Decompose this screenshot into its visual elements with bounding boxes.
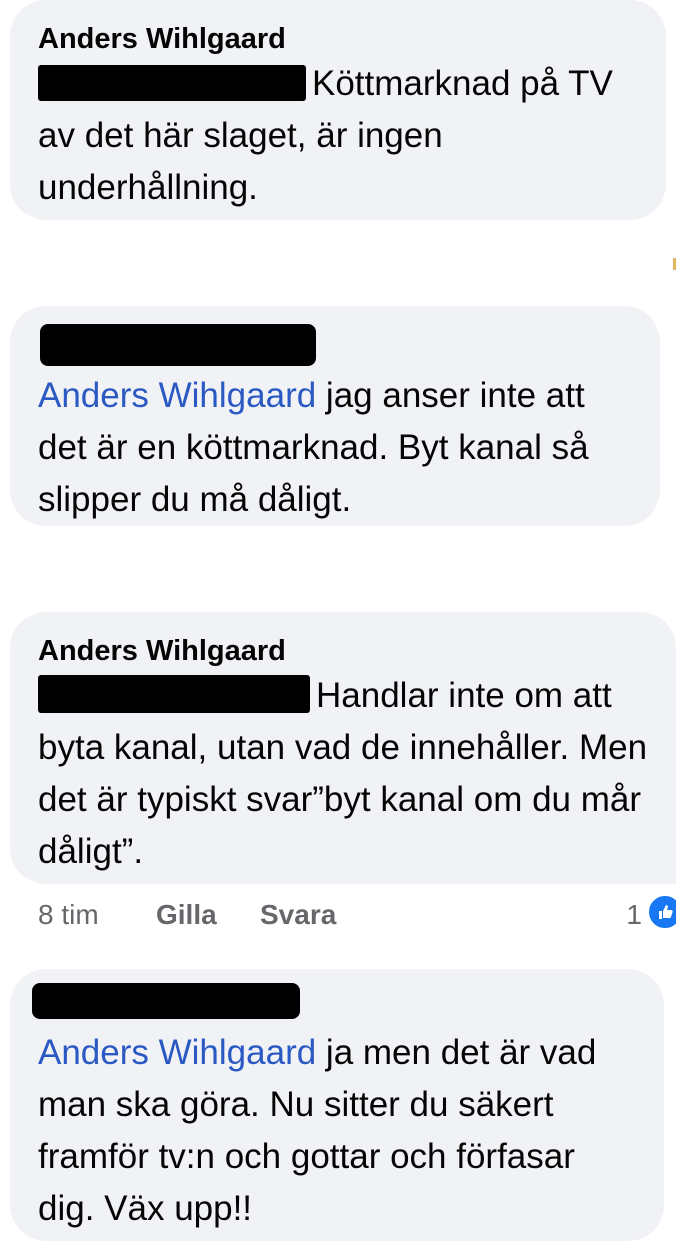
comment-bubble: Anders Wihlgaard jag anser inte att det … [10,306,660,526]
comment-bubble: Anders Wihlgaard ja men det är vad man s… [10,969,664,1241]
mention-link[interactable]: Anders Wihlgaard [38,376,316,415]
comment-bubble: Anders Wihlgaard Handlar inte om att byt… [10,612,676,884]
redacted-mention [38,675,310,713]
comment-timestamp[interactable]: 8 tim [38,897,99,933]
like-reaction-icon[interactable] [646,893,676,931]
like-button[interactable]: Gilla [156,897,217,933]
reaction-count[interactable]: 1 [626,897,642,933]
mention-link[interactable]: Anders Wihlgaard [38,1033,316,1072]
comment-text: Anders Wihlgaard ja men det är vad man s… [38,1027,638,1235]
reply-button[interactable]: Svara [260,897,336,933]
comment-actions: 8 tim Gilla Svara 1 [38,893,676,933]
comment-author[interactable]: Anders Wihlgaard [38,20,640,58]
redacted-author [32,983,300,1019]
comment-text: Anders Wihlgaard jag anser inte att det … [38,370,634,526]
comment-bubble: Anders Wihlgaard Köttmarknad på TV av de… [10,0,666,220]
redacted-mention [38,65,306,101]
comment-author[interactable]: Anders Wihlgaard [38,632,650,670]
comment-text: Köttmarknad på TV av det här slaget, är … [38,58,640,214]
thumbs-up-icon [659,905,673,919]
redacted-author [40,324,316,366]
comment-text: Handlar inte om att byta kanal, utan vad… [38,670,650,878]
